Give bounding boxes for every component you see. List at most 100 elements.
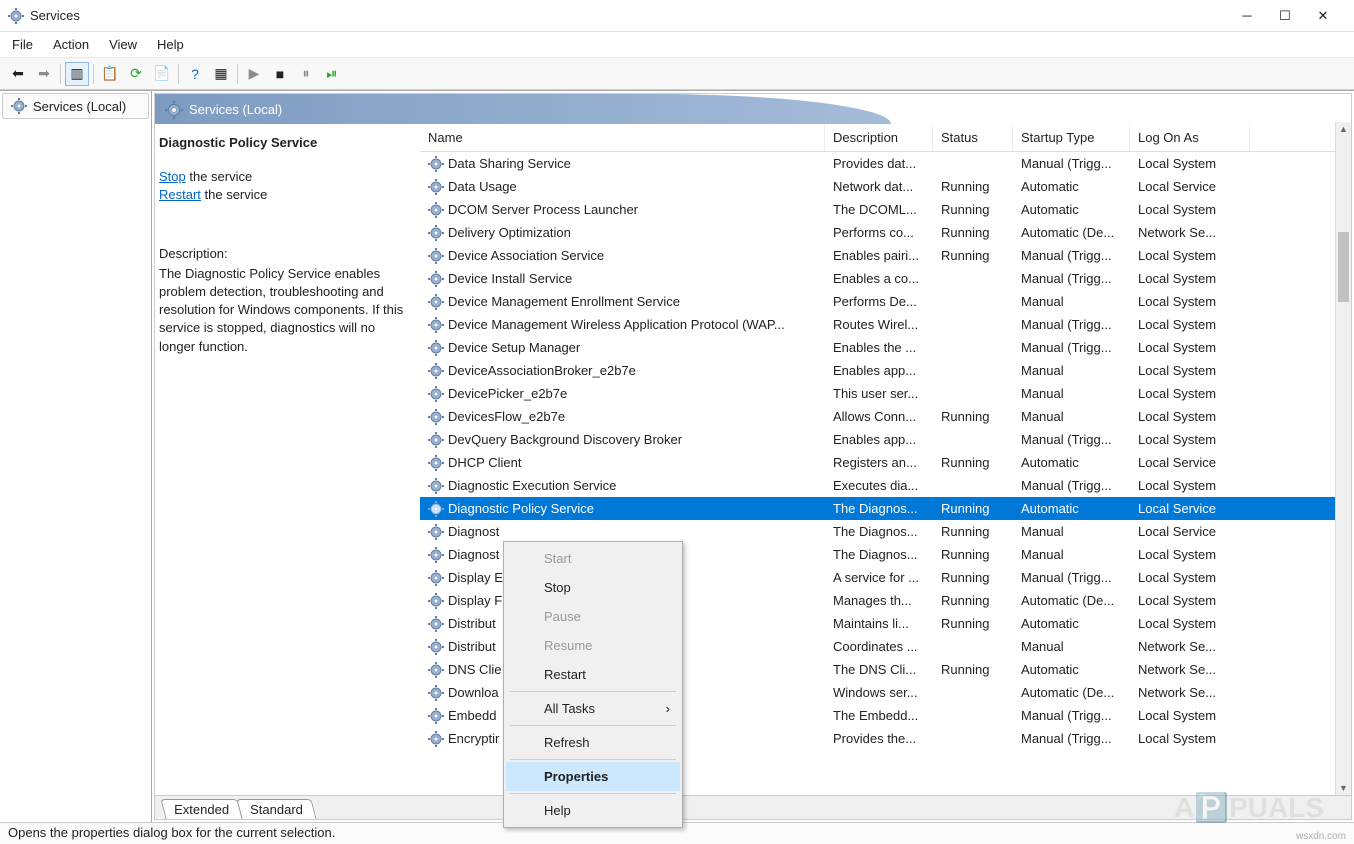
back-button[interactable]: ⬅ [6,62,30,86]
pane-header: Services (Local) [155,94,891,124]
service-name: DevicesFlow_e2b7e [448,409,565,424]
maximize-button[interactable]: ☐ [1278,9,1292,23]
ctx-separator [510,725,676,726]
service-row[interactable]: Device Association ServiceEnables pairi.… [420,244,1351,267]
service-logon: Local System [1130,340,1250,355]
menubar: File Action View Help [0,32,1354,58]
service-desc: Enables a co... [825,271,933,286]
service-startup: Manual [1013,386,1130,401]
restart-service-button[interactable]: ⏯ [320,62,344,86]
service-logon: Local System [1130,708,1250,723]
scrollbar-thumb[interactable] [1338,232,1349,302]
service-row[interactable]: Diagnostic Execution ServiceExecutes dia… [420,474,1351,497]
col-name[interactable]: Name [420,124,825,151]
service-logon: Local System [1130,616,1250,631]
service-logon: Local System [1130,294,1250,309]
menu-help[interactable]: Help [157,37,184,52]
service-row[interactable]: Diagnostic Policy ServiceThe Diagnos...R… [420,497,1351,520]
service-row[interactable]: Delivery OptimizationPerforms co...Runni… [420,221,1351,244]
close-button[interactable]: ✕ [1316,9,1330,23]
scroll-up-icon[interactable]: ▲ [1336,122,1351,136]
show-hide-tree-button[interactable]: ▥ [65,62,89,86]
pause-service-button[interactable]: ⏸ [294,62,318,86]
service-desc: Allows Conn... [825,409,933,424]
service-row[interactable]: DevQuery Background Discovery BrokerEnab… [420,428,1351,451]
service-row[interactable]: DeviceAssociationBroker_e2b7e Enables app… [420,359,1351,382]
refresh-toolbar-button[interactable]: ⟳ [124,62,148,86]
stop-service-link[interactable]: Stop [159,169,186,184]
service-row[interactable]: Device Management Wireless Application P… [420,313,1351,336]
service-row[interactable]: DCOM Server Process LauncherThe DCOML...… [420,198,1351,221]
service-startup: Automatic (De... [1013,685,1130,700]
service-name: DevicePicker_e2b7e [448,386,567,401]
col-startup[interactable]: Startup Type [1013,124,1130,151]
ctx-all-tasks[interactable]: All Tasks [506,694,680,723]
gear-icon [428,386,444,402]
service-row[interactable]: DevicesFlow_e2b7eAllows Conn...RunningMa… [420,405,1351,428]
service-logon: Local System [1130,432,1250,447]
export-list-button[interactable]: 📋 [98,62,122,86]
service-status: Running [933,455,1013,470]
service-logon: Local System [1130,731,1250,746]
service-logon: Local System [1130,317,1250,332]
description-label: Description: [159,245,414,263]
service-name: DeviceAssociationBroker_e2b7e [448,363,636,378]
scroll-down-icon[interactable]: ▼ [1336,781,1351,795]
tree-item-services-local[interactable]: Services (Local) [2,93,149,119]
service-row[interactable]: Device Install ServiceEnables a co...Man… [420,267,1351,290]
service-startup: Manual [1013,409,1130,424]
export-button[interactable]: 📄 [150,62,174,86]
service-status: Running [933,179,1013,194]
service-startup: Automatic [1013,202,1130,217]
service-desc: The Diagnos... [825,547,933,562]
help-toolbar-button[interactable]: ? [183,62,207,86]
ctx-separator [510,691,676,692]
menu-view[interactable]: View [109,37,137,52]
service-desc: The Embedd... [825,708,933,723]
service-row[interactable]: DevicePicker_e2b7eThis user ser...Manual… [420,382,1351,405]
menu-action[interactable]: Action [53,37,89,52]
service-startup: Automatic [1013,662,1130,677]
ctx-stop[interactable]: Stop [506,573,680,602]
start-service-button[interactable]: ▶ [242,62,266,86]
forward-button[interactable]: ➡ [32,62,56,86]
service-row[interactable]: Data UsageNetwork dat...RunningAutomatic… [420,175,1351,198]
vertical-scrollbar[interactable]: ▲ ▼ [1335,122,1351,795]
gear-icon [428,708,444,724]
service-desc: Enables pairi... [825,248,933,263]
tab-extended[interactable]: Extended [160,799,242,819]
service-row[interactable]: Device Setup ManagerEnables the ...Manua… [420,336,1351,359]
service-desc: Enables app... [825,363,933,378]
toolbar: ⬅ ➡ ▥ 📋 ⟳ 📄 ? ▦ ▶ ■ ⏸ ⏯ [0,58,1354,90]
restart-service-link[interactable]: Restart [159,187,201,202]
service-name: Device Management Enrollment Service [448,294,680,309]
service-name: Data Sharing Service [448,156,571,171]
service-logon: Local System [1130,409,1250,424]
service-status: Running [933,225,1013,240]
ctx-restart[interactable]: Restart [506,660,680,689]
service-logon: Network Se... [1130,639,1250,654]
ctx-help[interactable]: Help [506,796,680,825]
ctx-refresh[interactable]: Refresh [506,728,680,757]
col-description[interactable]: Description [825,124,933,151]
service-logon: Local System [1130,386,1250,401]
col-logon[interactable]: Log On As [1130,124,1250,151]
service-logon: Network Se... [1130,685,1250,700]
gear-icon [428,179,444,195]
gear-icon [428,225,444,241]
service-row[interactable]: Data Sharing ServiceProvides dat...Manua… [420,152,1351,175]
service-desc: The DNS Cli... [825,662,933,677]
menu-file[interactable]: File [12,37,33,52]
service-row[interactable]: Device Management Enrollment ServicePerf… [420,290,1351,313]
details-panel: Diagnostic Policy Service Stop the servi… [155,124,420,796]
stop-service-button[interactable]: ■ [268,62,292,86]
properties-toolbar-button[interactable]: ▦ [209,62,233,86]
col-status[interactable]: Status [933,124,1013,151]
service-row[interactable]: DHCP ClientRegisters an...RunningAutomat… [420,451,1351,474]
tab-standard[interactable]: Standard [236,799,316,819]
service-logon: Network Se... [1130,662,1250,677]
gear-icon [428,317,444,333]
ctx-properties[interactable]: Properties [506,762,680,791]
service-row[interactable]: DiagnostThe Diagnos...RunningManualLocal… [420,520,1351,543]
minimize-button[interactable]: ─ [1240,9,1254,23]
